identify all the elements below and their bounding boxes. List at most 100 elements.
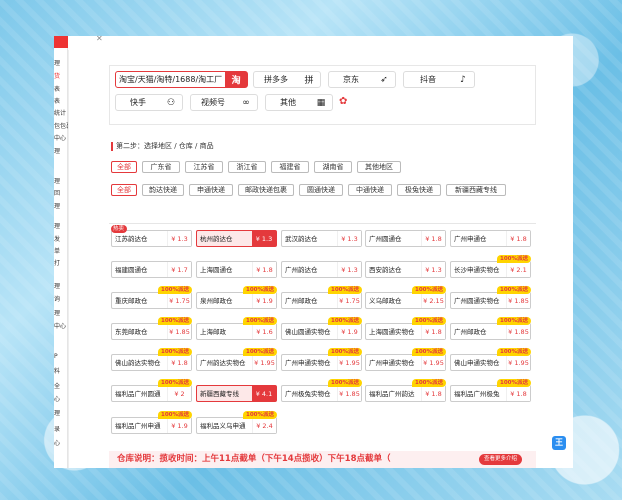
warehouse-name: 广州圆通仓 bbox=[369, 235, 402, 243]
warehouse-card[interactable]: 广州申通实物仓 ¥ 1.95 100%派送 bbox=[281, 348, 362, 371]
couriers-chip[interactable]: 极兔快递 bbox=[397, 184, 441, 196]
platform-button[interactable]: 抖音 ♪ bbox=[403, 71, 475, 88]
platform-button[interactable]: 视频号 ∞ bbox=[190, 94, 258, 111]
platform-button[interactable]: 拼多多 拼 bbox=[253, 71, 321, 88]
sidebar-item[interactable]: 料 bbox=[54, 366, 60, 378]
platform-button[interactable]: 京东 ➶ bbox=[328, 71, 396, 88]
warehouse-card[interactable]: 广州圆通实物仓 ¥ 1.85 100%派送 bbox=[450, 286, 531, 309]
sidebar-item[interactable]: 理 bbox=[54, 308, 60, 320]
warehouse-name: 福利品义乌申通 bbox=[200, 422, 246, 430]
warehouse-price: ¥ 1.75 bbox=[337, 293, 361, 308]
couriers-chip[interactable]: 申通快递 bbox=[189, 184, 233, 196]
platform-button[interactable]: 快手 ⚇ bbox=[115, 94, 183, 111]
warehouse-name: 福利品广州申通 bbox=[115, 422, 161, 430]
sidebar-item[interactable]: 理 bbox=[54, 176, 60, 188]
warehouse-card[interactable]: 广州邮政仓 ¥ 1.85 100%派送 bbox=[450, 317, 531, 340]
sidebar-item[interactable]: 理 bbox=[54, 58, 60, 70]
sidebar-item[interactable]: 单 bbox=[54, 246, 60, 258]
pin-icon[interactable]: ✕ bbox=[96, 34, 103, 43]
sidebar-item[interactable]: 发 bbox=[54, 234, 60, 246]
sidebar-item[interactable]: 理 bbox=[54, 281, 60, 293]
couriers-chip[interactable]: 新疆西藏专线 bbox=[446, 184, 506, 196]
warehouse-card[interactable]: 广州韵达实物仓 ¥ 1.95 100%派送 bbox=[196, 348, 277, 371]
warehouse-card[interactable]: 广州韵达仓 ¥ 1.3 bbox=[281, 261, 362, 278]
warehouse-card[interactable]: 泉州邮政仓 ¥ 1.9 100%派送 bbox=[196, 286, 277, 309]
sidebar-item[interactable]: 打 bbox=[54, 258, 60, 270]
sidebar-item[interactable]: 表 bbox=[54, 96, 60, 108]
sidebar-item[interactable]: 心 bbox=[54, 394, 60, 406]
platform-button[interactable]: 淘宝/天猫/淘特/1688/淘工厂淘 bbox=[115, 71, 248, 88]
warehouse-card[interactable]: 长沙申通实物仓 ¥ 2.1 100%派送 bbox=[450, 255, 531, 278]
regions-chip[interactable]: 其他地区 bbox=[357, 161, 401, 173]
warehouse-card[interactable]: 广州圆通仓 ¥ 1.8 bbox=[365, 230, 446, 247]
platform-label: 京东 bbox=[343, 75, 359, 84]
warehouse-card[interactable]: 上海圆通实物仓 ¥ 1.8 100%派送 bbox=[365, 317, 446, 340]
regions-chip[interactable]: 福建省 bbox=[271, 161, 309, 173]
warehouse-price: ¥ 1.8 bbox=[421, 324, 445, 339]
regions-chip[interactable]: 江苏省 bbox=[185, 161, 223, 173]
couriers-chip[interactable]: 圆通快递 bbox=[299, 184, 343, 196]
sidebar-item[interactable]: 全 bbox=[54, 381, 60, 393]
warehouse-card[interactable]: 西安韵达仓 ¥ 1.3 bbox=[365, 261, 446, 278]
warehouse-price: ¥ 1.3 bbox=[252, 231, 276, 246]
warehouse-card[interactable]: 福利品广州极兔 ¥ 1.8 100%派送 bbox=[450, 379, 531, 402]
warehouse-card[interactable]: 新疆西藏专线 ¥ 4.1 bbox=[196, 385, 277, 402]
couriers-chip[interactable]: 韵达快递 bbox=[142, 184, 184, 196]
warehouse-card[interactable]: 武汉韵达仓 ¥ 1.3 bbox=[281, 230, 362, 247]
sidebar-item[interactable]: 理 bbox=[54, 221, 60, 233]
regions-chip[interactable]: 全部 bbox=[111, 161, 137, 173]
warehouse-card[interactable]: 上海圆通仓 ¥ 1.8 bbox=[196, 261, 277, 278]
regions-chip[interactable]: 广东省 bbox=[142, 161, 180, 173]
warehouse-card[interactable]: 上海邮政 ¥ 1.6 100%派送 bbox=[196, 317, 277, 340]
sidebar-item[interactable]: 回 bbox=[54, 188, 60, 200]
warehouse-price: ¥ 2.15 bbox=[421, 293, 445, 308]
sidebar-item[interactable]: P bbox=[54, 351, 58, 363]
sidebar-item[interactable]: 货 bbox=[54, 71, 60, 83]
warehouse-price: ¥ 1.95 bbox=[252, 355, 276, 370]
warehouse-card[interactable]: 广州申通实物仓 ¥ 1.95 100%派送 bbox=[365, 348, 446, 371]
couriers-chip[interactable]: 中通快递 bbox=[348, 184, 392, 196]
couriers-chip[interactable]: 邮政快递包裹 bbox=[238, 184, 294, 196]
service-badge[interactable]: 王 bbox=[552, 436, 566, 450]
regions-chip[interactable]: 湖南省 bbox=[314, 161, 352, 173]
sidebar-item[interactable]: 询 bbox=[54, 294, 60, 306]
sidebar-item[interactable]: 统计 bbox=[54, 108, 66, 120]
warehouse-card[interactable]: 福利品广州韵达 ¥ 1.8 100%派送 bbox=[365, 379, 446, 402]
warehouse-card[interactable]: 杭州韵达仓 ¥ 1.3 bbox=[196, 230, 277, 247]
warehouse-name: 广州申通仓 bbox=[454, 235, 487, 243]
warehouse-card[interactable]: 佛山圆通实物仓 ¥ 1.9 100%派送 bbox=[281, 317, 362, 340]
warehouse-price: ¥ 1.3 bbox=[337, 262, 361, 277]
warehouse-card[interactable]: 佛山申通实物仓 ¥ 1.95 100%派送 bbox=[450, 348, 531, 371]
warehouse-card[interactable]: 江苏韵达仓 ¥ 1.3 热卖 bbox=[111, 225, 192, 247]
warehouse-name: 广州邮政仓 bbox=[454, 328, 487, 336]
couriers-chip[interactable]: 全部 bbox=[111, 184, 137, 196]
view-more-button[interactable]: 查看更多介绍 bbox=[479, 454, 523, 465]
warehouse-price: ¥ 1.3 bbox=[337, 231, 361, 246]
warehouse-card[interactable]: 福建圆通仓 ¥ 1.7 bbox=[111, 261, 192, 278]
sidebar-item[interactable]: 心 bbox=[54, 438, 60, 450]
warehouse-card[interactable]: 东莞邮政仓 ¥ 1.85 100%派送 bbox=[111, 317, 192, 340]
warehouse-card[interactable]: 佛山韵达实物仓 ¥ 1.8 100%派送 bbox=[111, 348, 192, 371]
platform-label: 抖音 bbox=[420, 75, 436, 84]
warehouse-card[interactable]: 福利品广州申通 ¥ 1.9 100%派送 bbox=[111, 411, 192, 434]
sidebar-item[interactable]: 表 bbox=[54, 84, 60, 96]
warehouse-card[interactable]: 福利品广州圆通 ¥ 2 100%派送 bbox=[111, 379, 192, 402]
warehouse-card[interactable]: 重庆邮政仓 ¥ 1.75 100%派送 bbox=[111, 286, 192, 309]
sidebar-item[interactable]: 理 bbox=[54, 146, 60, 158]
warehouse-card[interactable]: 广州邮政仓 ¥ 1.75 100%派送 bbox=[281, 286, 362, 309]
warehouse-card[interactable]: 福利品义乌申通 ¥ 2.4 100%派送 bbox=[196, 411, 277, 434]
warehouse-card[interactable]: 广州申通仓 ¥ 1.8 bbox=[450, 230, 531, 247]
warehouse-name: 江苏韵达仓 bbox=[115, 235, 148, 243]
sidebar-item[interactable]: 录 bbox=[54, 424, 60, 436]
platform-button[interactable]: 其他 ▦ bbox=[265, 94, 333, 111]
sidebar-item[interactable]: 中心 bbox=[54, 321, 66, 333]
sidebar-item[interactable]: 理 bbox=[54, 408, 60, 420]
sidebar-item[interactable]: 中心 bbox=[54, 133, 66, 145]
regions-chip[interactable]: 浙江省 bbox=[228, 161, 266, 173]
warehouse-price: ¥ 1.8 bbox=[167, 355, 191, 370]
warehouse-card[interactable]: 广州极兔实物仓 ¥ 1.85 100%派送 bbox=[281, 379, 362, 402]
warehouse-name: 佛山圆通实物仓 bbox=[285, 328, 331, 336]
settings-gear-icon[interactable]: ✿ bbox=[339, 96, 347, 107]
sidebar-item[interactable]: 理 bbox=[54, 201, 60, 213]
warehouse-card[interactable]: 义乌邮政仓 ¥ 2.15 100%派送 bbox=[365, 286, 446, 309]
